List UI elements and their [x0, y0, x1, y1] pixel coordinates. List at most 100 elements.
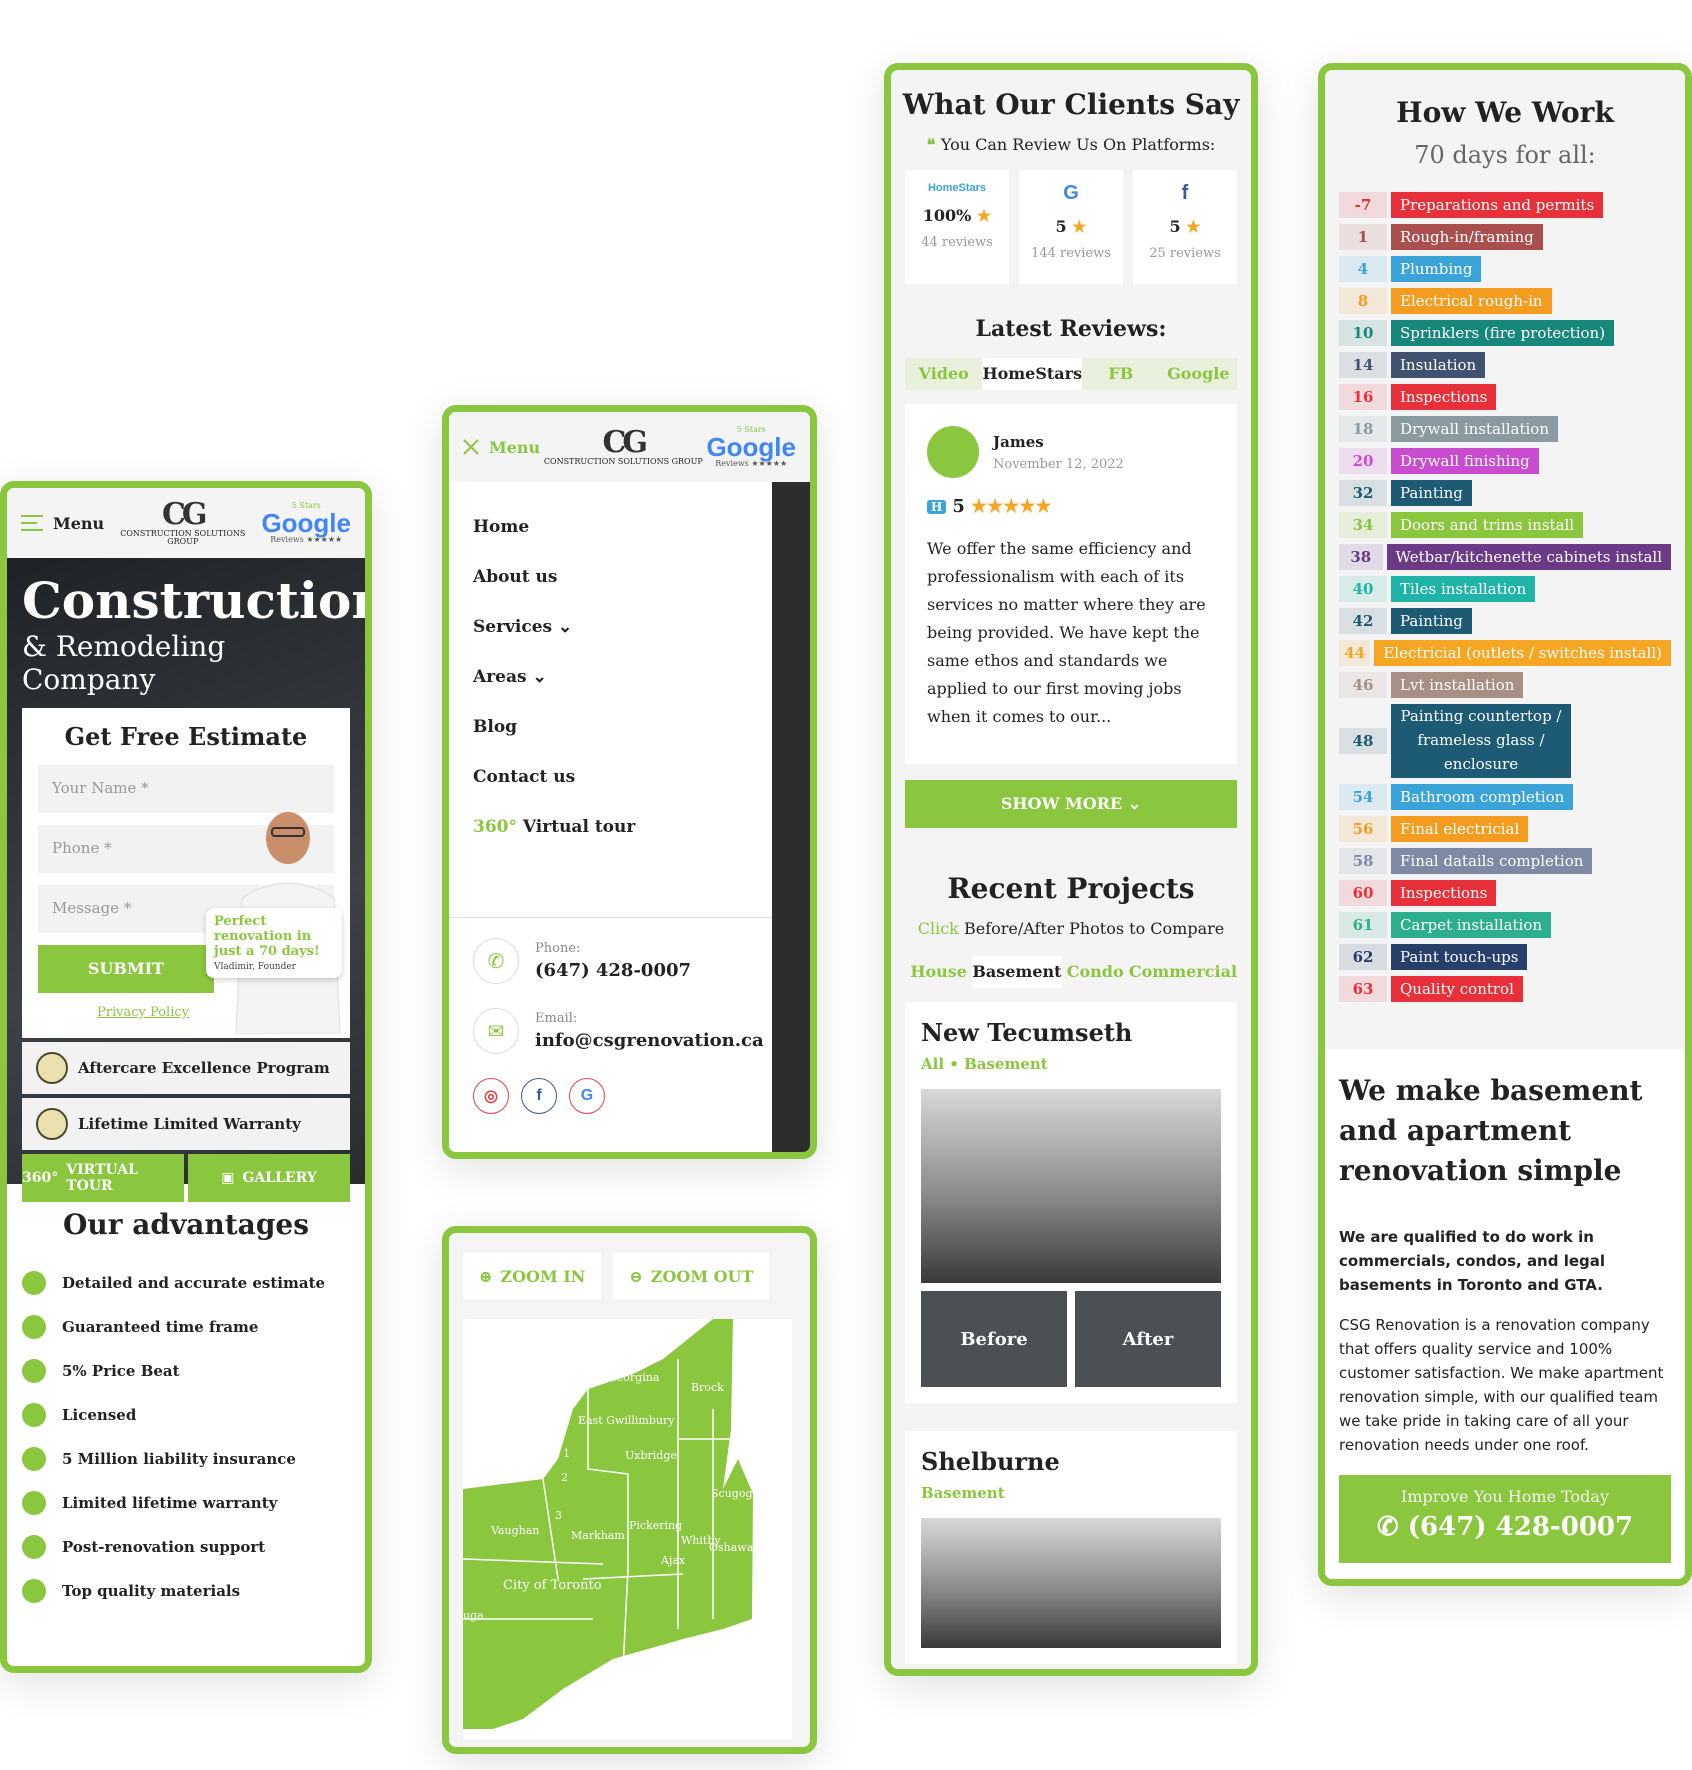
project-photo[interactable] — [921, 1518, 1221, 1648]
project-name: Shelburne — [921, 1447, 1060, 1476]
review-tab[interactable]: HomeStars — [982, 358, 1083, 390]
overlay-shade[interactable] — [772, 482, 810, 1152]
gallery-icon: ▣ — [221, 1170, 235, 1186]
step-day: 14 — [1339, 352, 1387, 378]
facebook-icon[interactable]: f — [521, 1078, 557, 1114]
step-label: Electricial (outlets / switches install) — [1374, 640, 1671, 666]
about-body-text: CSG Renovation is a renovation company t… — [1339, 1316, 1664, 1454]
platform-review-count: 44 reviews — [921, 235, 993, 250]
map-region-label[interactable]: Pickering — [629, 1519, 682, 1532]
close-menu-button[interactable]: Menu — [463, 438, 540, 457]
step-label: Painting countertop / frameless glass / … — [1391, 704, 1571, 797]
map-region-label[interactable]: King — [501, 1469, 527, 1482]
phone-number[interactable]: (647) 428-0007 — [535, 960, 691, 981]
step-label: Drywall finishing — [1391, 448, 1539, 474]
map-region-label[interactable]: Brock — [691, 1381, 724, 1394]
google-reviews-badge[interactable]: 5 Stars Google Reviews ★★★★★ — [706, 426, 796, 468]
call-to-action-button[interactable]: Improve You Home Today ✆ (647) 428-0007 — [1339, 1475, 1671, 1563]
process-step: 63 Quality control — [1339, 973, 1671, 1005]
nav-item[interactable]: 360° Virtual tour — [473, 802, 748, 852]
map-region-label[interactable]: Ajax — [660, 1554, 686, 1567]
project-tab[interactable]: Basement — [972, 956, 1062, 988]
platform-card[interactable]: f5 ★ 25 reviews — [1133, 170, 1237, 284]
instagram-icon[interactable]: ◎ — [473, 1078, 509, 1114]
avatar — [927, 426, 979, 478]
nav-item[interactable]: Home — [473, 502, 748, 552]
map-region-label[interactable]: Oshawa — [709, 1541, 754, 1554]
project-photo[interactable] — [921, 1089, 1221, 1283]
privacy-link[interactable]: Privacy Policy — [38, 1005, 248, 1020]
zoom-out-button[interactable]: ⊖ ZOOM OUT — [613, 1253, 770, 1299]
nav-label: Services ⌄ — [473, 617, 573, 637]
company-logo[interactable]: CG CONSTRUCTION SOLUTIONS GROUP — [104, 500, 261, 546]
step-label: Wetbar/kitchenette cabinets install — [1386, 544, 1671, 570]
gallery-button[interactable]: ▣ GALLERY — [188, 1154, 350, 1202]
step-day: 32 — [1339, 480, 1387, 506]
step-day: 60 — [1339, 880, 1387, 906]
nav-item[interactable]: About us — [473, 552, 748, 602]
phone-row[interactable]: ✆ Phone: (647) 428-0007 — [473, 938, 748, 984]
map-region-label[interactable]: East Gwillimbury — [578, 1414, 675, 1427]
before-button[interactable]: Before — [921, 1291, 1067, 1387]
virtual-tour-button[interactable]: 360° VIRTUAL TOUR — [22, 1154, 184, 1202]
project-tab[interactable]: Commercial — [1129, 956, 1237, 988]
map-region-label[interactable]: Uxbridge — [625, 1449, 677, 1462]
project-card[interactable]: New Tecumseth All • Basement Before Afte… — [905, 1002, 1237, 1403]
chevron-down-icon: ⌄ — [1127, 794, 1142, 813]
step-label: Drywall installation — [1391, 416, 1558, 442]
nav-label: Home — [473, 517, 530, 537]
step-label: Painting — [1391, 480, 1472, 506]
map-region-label[interactable]: 1 — [563, 1447, 570, 1460]
map-region-label[interactable]: City of Toronto — [503, 1578, 602, 1593]
review-tab[interactable]: Video — [905, 358, 982, 390]
advantage-icon — [22, 1359, 46, 1383]
platform-rating: 5 ★ — [1133, 217, 1237, 236]
map-region-label[interactable]: Markham — [571, 1529, 625, 1542]
nav-item[interactable]: Services ⌄ — [473, 602, 748, 652]
map-region-label[interactable]: 2 — [561, 1471, 568, 1484]
warranty-program[interactable]: Lifetime Limited Warranty — [22, 1098, 350, 1150]
advantage-icon — [22, 1535, 46, 1559]
process-step: 38 Wetbar/kitchenette cabinets install — [1339, 541, 1671, 573]
email-address[interactable]: info@csgrenovation.ca — [535, 1030, 764, 1051]
service-area-map[interactable]: Georgina Brock East Gwillimbury King Uxbridg… — [463, 1319, 792, 1739]
advantages-title: Our advantages — [63, 1208, 309, 1241]
process-step: 4 Plumbing — [1339, 253, 1671, 285]
platform-card[interactable]: G 5 ★ 144 reviews — [1019, 170, 1123, 284]
google-icon[interactable]: G — [569, 1078, 605, 1114]
nav-item[interactable]: Contact us — [473, 752, 748, 802]
submit-button[interactable]: SUBMIT — [38, 945, 214, 993]
project-card[interactable]: Shelburne Basement — [905, 1431, 1237, 1664]
zoom-in-button[interactable]: ⊕ ZOOM IN — [463, 1253, 602, 1299]
nav-item[interactable]: Blog — [473, 702, 748, 752]
phone-process-screen: How We Work 70 days for all: -7 Preparati… — [1318, 63, 1692, 1586]
google-reviews-badge[interactable]: 5 Stars Google Reviews ★★★★★ — [261, 502, 351, 544]
step-label: Doors and trims install — [1391, 512, 1584, 538]
map-region-label[interactable]: Vaughan — [490, 1524, 539, 1537]
process-step: 10 Sprinklers (fire protection) — [1339, 317, 1671, 349]
map-region-label[interactable]: uga — [463, 1609, 484, 1622]
step-day: 56 — [1339, 816, 1387, 842]
project-tab[interactable]: House — [905, 956, 972, 988]
review-tab[interactable]: Google — [1160, 358, 1237, 390]
map-region-label[interactable]: Georgina — [608, 1371, 660, 1384]
show-more-button[interactable]: SHOW MORE ⌄ — [905, 780, 1237, 828]
menu-button[interactable]: Menu — [21, 514, 104, 533]
projects-subtitle: Click Before/After Photos to Compare — [917, 919, 1225, 938]
after-button[interactable]: After — [1075, 1291, 1221, 1387]
aftercare-program[interactable]: Aftercare Excellence Program — [22, 1042, 350, 1094]
map-region-label[interactable]: 3 — [555, 1509, 562, 1522]
process-step: 54 Bathroom completion — [1339, 781, 1671, 813]
nav-item[interactable]: Areas ⌄ — [473, 652, 748, 702]
reviews-title: What Our Clients Say — [902, 88, 1240, 121]
platform-card[interactable]: HomeStars 100% ★ 44 reviews — [905, 170, 1009, 284]
company-logo[interactable]: CG CONSTRUCTION SOLUTIONS GROUP — [544, 428, 703, 466]
advantage-label: 5 Million liability insurance — [62, 1450, 296, 1468]
nav-label: About us — [473, 567, 558, 587]
platform-review-count: 144 reviews — [1031, 246, 1111, 261]
email-row[interactable]: ✉ Email: info@csgrenovation.ca — [473, 1008, 764, 1054]
review-tab[interactable]: FB — [1082, 358, 1159, 390]
process-title: How We Work — [1396, 96, 1614, 129]
project-tab[interactable]: Condo — [1062, 956, 1129, 988]
map-region-label[interactable]: Scugog — [711, 1487, 753, 1500]
